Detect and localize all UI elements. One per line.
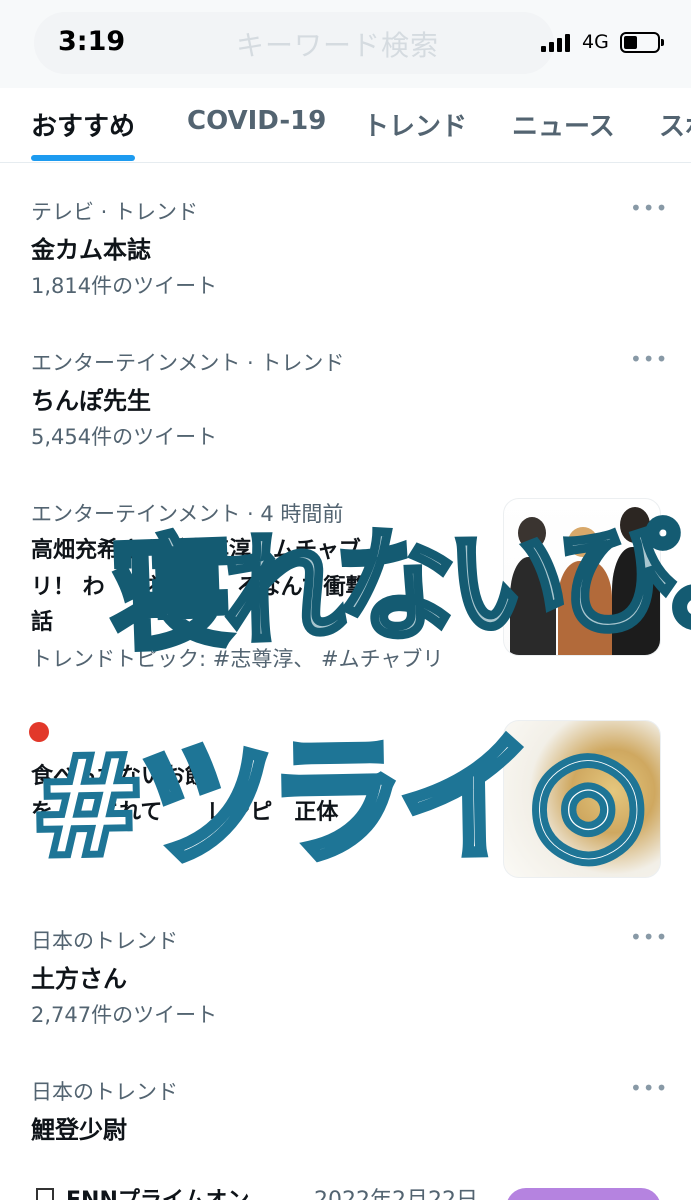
trend-title: 鯉登少尉: [31, 1116, 127, 1144]
trend-tweet-count: 1,814件のツイート: [31, 274, 218, 298]
news-date: 2022年2月22日: [314, 1182, 478, 1200]
news-source-name: FNNプライムオン: [66, 1182, 249, 1200]
trend-tweet-count: 2,747件のツイート: [31, 1003, 218, 1027]
trend-title: ちんぽ先生: [31, 387, 151, 415]
trend-title: 土方さん: [31, 965, 127, 993]
trend-category: 日本のトレンド: [31, 1080, 178, 1104]
trend-tweet-count: 5,454件のツイート: [31, 425, 218, 449]
sticker-text-bottom: #ツライ◎: [25, 713, 645, 892]
tab-covid19[interactable]: COVID-19: [187, 106, 326, 136]
more-horizontal-icon[interactable]: •••: [630, 1076, 667, 1100]
more-horizontal-icon[interactable]: •••: [630, 925, 667, 949]
more-horizontal-icon[interactable]: •••: [630, 196, 667, 220]
trend-item[interactable]: エンターテインメント · トレンド ちんぽ先生 5,454件のツイート •••: [0, 347, 691, 457]
active-tab-indicator: [31, 155, 135, 161]
news-source-icon: [36, 1188, 54, 1200]
battery-icon: [620, 32, 664, 53]
trend-category: 日本のトレンド: [31, 929, 178, 953]
trend-item[interactable]: 日本のトレンド 鯉登少尉 •••: [0, 1076, 691, 1156]
news-source-row[interactable]: FNNプライムオン 2022年2月22日: [0, 1180, 691, 1200]
more-horizontal-icon[interactable]: •••: [630, 347, 667, 371]
tab-trends[interactable]: トレンド: [363, 106, 467, 143]
trend-item[interactable]: テレビ · トレンド 金カム本誌 1,814件のツイート •••: [0, 196, 691, 306]
network-type: 4G: [582, 31, 609, 53]
cellular-signal-icon: [541, 34, 570, 52]
tab-sports[interactable]: スポ: [659, 106, 691, 143]
tab-recommended[interactable]: おすすめ: [31, 106, 135, 143]
status-time: 3:19: [58, 26, 126, 57]
trend-item[interactable]: 日本のトレンド 土方さん 2,747件のツイート •••: [0, 925, 691, 1035]
trend-title: 金カム本誌: [31, 236, 151, 264]
live-pill[interactable]: [506, 1188, 661, 1200]
trend-category: エンターテインメント · トレンド: [31, 351, 345, 375]
status-bar: キーワード検索 3:19 4G: [0, 0, 691, 88]
trend-category: テレビ · トレンド: [31, 200, 199, 224]
tab-news[interactable]: ニュース: [512, 106, 615, 143]
sticker-text-top: 寝れないぴ。: [106, 500, 691, 670]
explore-tabs: おすすめ COVID-19 トレンド ニュース スポ: [0, 88, 691, 163]
search-placeholder: キーワード検索: [236, 29, 440, 62]
